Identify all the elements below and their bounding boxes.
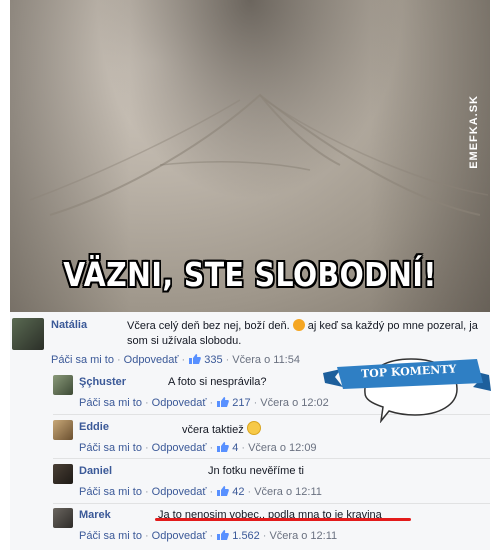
comment-meta: Páči sa mi to · Odpovedať · 4 · Včera o 12:09 <box>79 442 317 454</box>
highlight-underline <box>155 518 411 521</box>
comment-author[interactable]: Natália <box>51 319 87 331</box>
like-link[interactable]: Páči sa mi to <box>79 442 142 454</box>
like-count[interactable]: 42 <box>232 486 244 498</box>
comment-meta: Páči sa mi to · Odpovedať · 42 · Včera o 12:1… <box>79 486 322 498</box>
smile-emoji-icon <box>246 421 261 435</box>
image-caption: VÄZNI, STE SLOBODNÍ! <box>63 255 437 294</box>
comment-text-part: Včera celý deň bez nej, boží deň. <box>127 320 290 332</box>
like-link[interactable]: Páči sa mi to <box>79 486 142 498</box>
thumbs-up-icon <box>217 442 230 452</box>
post-image[interactable]: EMEFKA.SK VÄZNI, STE SLOBODNÍ! <box>10 0 490 312</box>
top-comments-badge: TOP KOMENTY <box>323 355 491 426</box>
comment-time[interactable]: Včera o 12:09 <box>248 442 317 454</box>
comment-author[interactable]: Şçhuster <box>79 376 126 388</box>
comment-meta: Páči sa mi to · Odpovedať · 1.562 · Včera o 1… <box>79 530 338 542</box>
thumbs-up-icon <box>217 530 230 540</box>
avatar[interactable] <box>12 318 44 350</box>
comment-author[interactable]: Daniel <box>79 465 112 477</box>
heart-eyes-emoji-icon <box>292 319 305 331</box>
comment-text-part: včera taktiež <box>182 424 244 436</box>
reply-link[interactable]: Odpovedať <box>152 486 207 498</box>
comment-author[interactable]: Marek <box>79 509 111 521</box>
comment-author[interactable]: Eddie <box>79 421 109 433</box>
watermark: EMEFKA.SK <box>468 95 480 169</box>
comment-time[interactable]: Včera o 11:54 <box>232 354 300 366</box>
reply-link[interactable]: Odpovedať <box>152 530 207 542</box>
comment-text: Jn fotku nevěříme ti <box>208 465 304 477</box>
thumbs-up-icon <box>189 354 202 364</box>
comment-meta: Páči sa mi to · Odpovedať · 217 · Včera o 12:… <box>79 397 329 409</box>
reply-link[interactable]: Odpovedať <box>152 442 207 454</box>
like-link[interactable]: Páči sa mi to <box>79 530 142 542</box>
divider <box>53 458 490 459</box>
comment-time[interactable]: Včera o 12:02 <box>260 397 329 409</box>
avatar[interactable] <box>53 508 73 528</box>
like-count[interactable]: 1.562 <box>232 530 260 542</box>
avatar[interactable] <box>53 420 73 440</box>
comments-section: Natália Včera celý deň bez nej, boží deň… <box>10 312 490 550</box>
reply-link[interactable]: Odpovedať <box>124 354 179 366</box>
like-link[interactable]: Páči sa mi to <box>79 397 142 409</box>
thumbs-up-icon <box>217 486 230 496</box>
thumbs-up-icon <box>217 397 230 407</box>
avatar[interactable] <box>53 375 73 395</box>
avatar[interactable] <box>53 464 73 484</box>
comment-text: včera taktiež <box>182 421 261 436</box>
divider <box>53 503 490 504</box>
like-count[interactable]: 335 <box>204 354 222 366</box>
comment-time[interactable]: Včera o 12:11 <box>254 486 322 498</box>
comment-text: Včera celý deň bez nej, boží deň. aj keď… <box>127 319 487 349</box>
reply-link[interactable]: Odpovedať <box>152 397 207 409</box>
comment-meta: Páči sa mi to · Odpovedať · 335 · Včera o 11:… <box>51 354 300 366</box>
like-count[interactable]: 217 <box>232 397 250 409</box>
comment-text: A foto si nesprávila? <box>168 376 267 388</box>
like-link[interactable]: Páči sa mi to <box>51 354 114 366</box>
comment-time[interactable]: Včera o 12:11 <box>269 530 337 542</box>
